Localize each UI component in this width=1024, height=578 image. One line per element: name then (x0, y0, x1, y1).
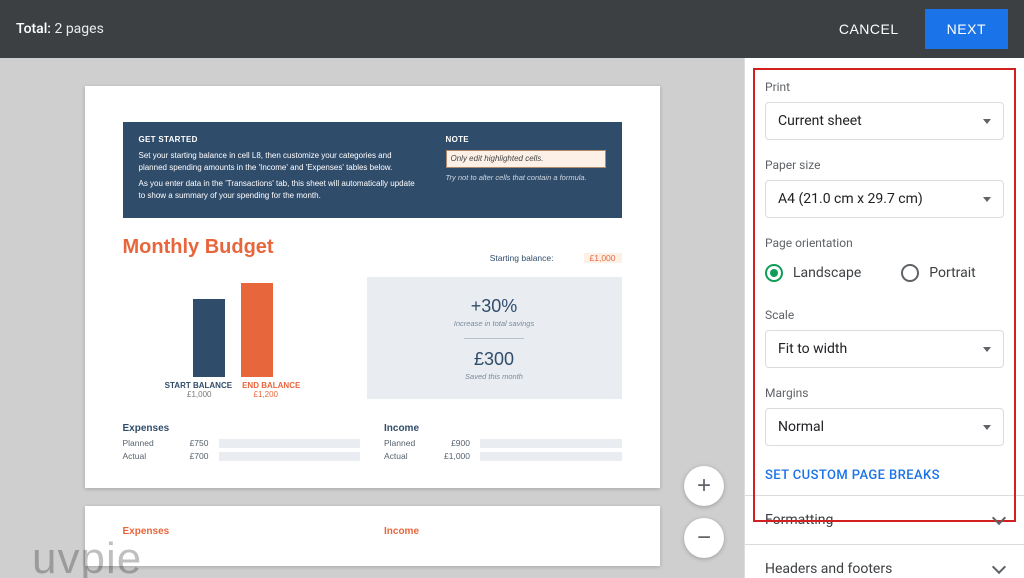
scale-label: Scale (765, 308, 1004, 322)
savings-percent: +30% (471, 296, 518, 317)
income-planned-row: Planned £900 (384, 438, 622, 448)
print-preview[interactable]: GET STARTED Set your starting balance in… (0, 58, 744, 578)
income-heading-p2: Income (384, 526, 622, 537)
note-formula-text: Try not to alter cells that contain a fo… (446, 172, 606, 183)
savings-amount: £300 (474, 349, 514, 370)
page-title: Monthly Budget (123, 236, 274, 259)
bar-end-balance (241, 283, 273, 377)
zoom-out-button[interactable]: − (684, 518, 724, 558)
orientation-label: Page orientation (765, 236, 1004, 250)
radio-checked-icon (765, 264, 783, 282)
radio-unchecked-icon (901, 264, 919, 282)
topbar: Total: 2 pages CANCEL NEXT (0, 0, 1024, 58)
orientation-portrait-radio[interactable]: Portrait (901, 264, 975, 282)
chevron-down-icon (983, 425, 991, 430)
get-started-text-2: As you enter data in the 'Transactions' … (139, 178, 416, 202)
note-highlight-box: Only edit highlighted cells. (446, 150, 606, 168)
print-settings-sidebar: Print Current sheet Paper size A4 (21.0 … (744, 58, 1024, 578)
zoom-in-button[interactable]: + (684, 466, 724, 506)
balance-chart: START BALANCE END BALANCE £1,000 £1,200 (123, 277, 343, 399)
expenses-heading: Expenses (123, 423, 361, 434)
orientation-landscape-radio[interactable]: Landscape (765, 264, 861, 282)
next-button[interactable]: NEXT (925, 9, 1008, 49)
page-count: Total: 2 pages (16, 21, 104, 37)
income-heading: Income (384, 423, 622, 434)
chevron-down-icon (983, 347, 991, 352)
chevron-down-icon (983, 119, 991, 124)
cancel-button[interactable]: CANCEL (821, 11, 917, 47)
chevron-down-icon (992, 560, 1006, 574)
print-label: Print (765, 80, 1004, 94)
margins-label: Margins (765, 386, 1004, 400)
expenses-planned-row: Planned £750 (123, 438, 361, 448)
paper-size-label: Paper size (765, 158, 1004, 172)
bar-label-start: START BALANCE (165, 381, 232, 390)
print-scope-dropdown[interactable]: Current sheet (765, 102, 1004, 140)
scale-dropdown[interactable]: Fit to width (765, 330, 1004, 368)
margins-dropdown[interactable]: Normal (765, 408, 1004, 446)
bar-value-start: £1,000 (187, 390, 211, 399)
chevron-down-icon (992, 511, 1006, 525)
chevron-down-icon (983, 197, 991, 202)
set-custom-page-breaks-link[interactable]: SET CUSTOM PAGE BREAKS (745, 452, 1024, 495)
preview-page-2: Expenses Income (85, 506, 660, 566)
paper-size-dropdown[interactable]: A4 (21.0 cm x 29.7 cm) (765, 180, 1004, 218)
note-heading: NOTE (446, 134, 606, 146)
headers-footers-section-toggle[interactable]: Headers and footers (745, 544, 1024, 578)
bar-start-balance (193, 299, 225, 377)
get-started-heading: GET STARTED (139, 134, 416, 146)
starting-balance-row: Starting balance: £1,000 (490, 253, 622, 263)
bar-value-end: £1,200 (254, 390, 278, 399)
expenses-actual-row: Actual £700 (123, 451, 361, 461)
get-started-text: Set your starting balance in cell L8, th… (139, 150, 416, 174)
formatting-section-toggle[interactable]: Formatting (745, 495, 1024, 544)
preview-page-1: GET STARTED Set your starting balance in… (85, 86, 660, 488)
bar-label-end: END BALANCE (242, 381, 300, 390)
income-actual-row: Actual £1,000 (384, 451, 622, 461)
savings-summary: +30% Increase in total savings £300 Save… (367, 277, 622, 399)
expenses-heading-p2: Expenses (123, 526, 361, 537)
